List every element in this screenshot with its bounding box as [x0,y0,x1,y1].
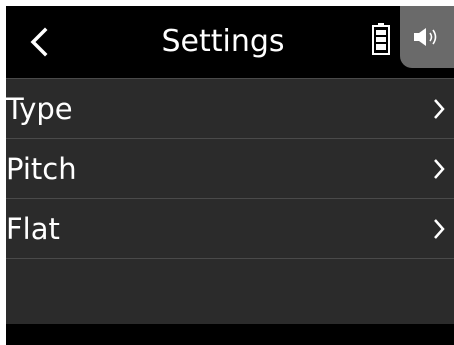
menu-item-label: Flat [6,212,60,246]
chevron-right-icon [434,219,445,239]
menu-item-flat[interactable]: Flat [6,198,454,258]
menu-item-label: Pitch [6,152,77,186]
menu-item-label: Type [6,92,73,126]
settings-menu: Type Pitch Flat [6,78,454,318]
empty-list-row [6,258,454,318]
battery-full-icon [372,23,390,55]
page-title: Settings [161,24,285,59]
menu-item-type[interactable]: Type [6,78,454,138]
speaker-icon [414,28,437,46]
device-screen: Settings Type Pitch Flat [6,6,454,345]
header-bar: Settings [6,6,454,78]
bottom-bar [6,324,454,345]
menu-item-pitch[interactable]: Pitch [6,138,454,198]
speaker-button[interactable] [400,6,454,68]
chevron-right-icon [434,159,445,179]
chevron-right-icon [434,99,445,119]
